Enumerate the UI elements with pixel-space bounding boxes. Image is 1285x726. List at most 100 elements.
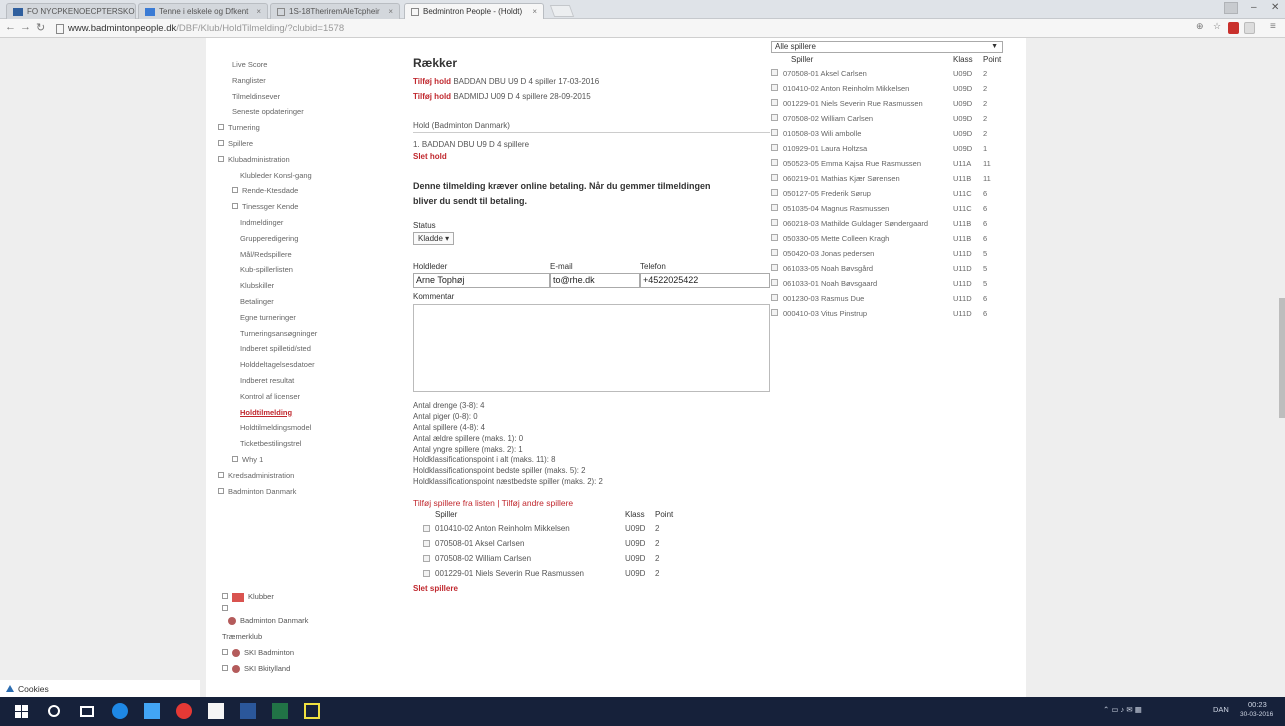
app-icon[interactable] [304,703,320,719]
browser-tab[interactable]: Tenne i elskele og Dfkent × [138,3,268,19]
player-filter-select[interactable]: Alle spillere ▼ [771,41,1003,53]
address-bar[interactable]: www.badmintonpeople.dk/DBF/Klub/HoldTilm… [56,21,1156,36]
minimize-icon[interactable]: – [1251,2,1257,13]
sidebar-item[interactable]: Kub-spillerlisten [214,262,404,278]
back-icon[interactable]: ← [5,21,16,33]
telefon-input[interactable]: +4522025422 [640,273,770,288]
add-team-link[interactable]: Tilføj hold [413,77,451,86]
collapse-icon[interactable] [222,593,228,599]
sidebar-item[interactable]: Why 1 [214,452,404,468]
zoom-icon[interactable]: ⊕ [1196,21,1204,32]
language-indicator[interactable]: DAN [1213,705,1229,714]
picker-checkbox[interactable] [771,69,778,77]
expand-icon[interactable] [218,124,224,131]
add-team-link[interactable]: Tilføj hold [413,92,451,101]
tray-icons[interactable]: ⌃ ▭ ♪ ✉ ▦ [1103,705,1142,714]
picker-checkbox[interactable] [771,219,778,227]
sidebar-item[interactable]: Turnering [214,120,404,136]
search-icon[interactable] [48,705,60,717]
excel-icon[interactable] [272,703,288,719]
sidebar-item[interactable]: Indmeldinger [214,215,404,231]
picker-checkbox[interactable] [771,264,778,272]
player-checkbox[interactable] [423,524,430,532]
browser-tab[interactable]: 1S-18TheriremAleTcpheir × [270,3,400,19]
sidebar-item[interactable]: Klubskiller [214,278,404,294]
sidebar-item[interactable]: Kredsadministration [214,468,404,484]
kommentar-textarea[interactable] [413,304,770,392]
sidebar-item[interactable]: Holdtilmelding [214,405,404,421]
picker-checkbox[interactable] [771,189,778,197]
sidebar-item[interactable]: Holddeltagelsesdatoer [214,357,404,373]
expand-icon[interactable] [222,665,228,671]
picker-checkbox[interactable] [771,84,778,92]
klubber-title[interactable]: Klubber [248,589,274,605]
forward-icon[interactable]: → [20,21,31,33]
expand-icon[interactable] [222,605,228,611]
menu-icon[interactable]: ≡ [1270,21,1276,32]
sidebar-item[interactable]: Indberet resultat [214,373,404,389]
status-select[interactable]: Kladde ▾ [413,232,455,245]
user-profile-icon[interactable] [1224,2,1238,14]
sidebar-item[interactable]: Holdtilmeldingsmodel [214,420,404,436]
edge-icon[interactable] [112,703,128,719]
sidebar-item[interactable]: Mål/Redspillere [214,247,404,263]
expand-icon[interactable] [232,187,238,194]
sidebar-item[interactable]: Rende-Ktesdade [214,183,404,199]
delete-players-link[interactable]: Slet spillere [413,583,770,595]
cookies-bar[interactable]: Cookies [0,680,200,697]
sidebar-item[interactable]: Ticketbestilingstrel [214,436,404,452]
picker-checkbox[interactable] [771,114,778,122]
bookmark-star-icon[interactable]: ☆ [1213,21,1221,32]
pdf-extension-icon[interactable] [1228,22,1239,34]
picker-checkbox[interactable] [771,144,778,152]
task-view-icon[interactable] [80,706,94,717]
sidebar-item[interactable]: Seneste opdateringer [214,104,404,120]
player-checkbox[interactable] [423,554,430,562]
expand-icon[interactable] [218,155,224,162]
sidebar-item[interactable]: Spillere [214,136,404,152]
picker-checkbox[interactable] [771,234,778,242]
sidebar-item[interactable]: Kontrol af licenser [214,389,404,405]
add-other-link[interactable]: Tilføj andre spillere [502,498,574,508]
add-from-list-link[interactable]: Tilføj spillere fra listen [413,498,495,508]
email-input[interactable]: to@rhe.dk [550,273,640,288]
sidebar-item[interactable]: Grupperedigering [214,231,404,247]
file-explorer-icon[interactable] [144,703,160,719]
picker-checkbox[interactable] [771,204,778,212]
close-tab-icon[interactable]: × [384,7,393,16]
extension-icon[interactable] [1244,22,1255,34]
klubber-kreds[interactable]: Træmerklub [222,629,262,645]
picker-checkbox[interactable] [771,129,778,137]
windows-start-icon[interactable] [15,705,28,718]
picker-checkbox[interactable] [771,159,778,167]
sidebar-item[interactable]: Egne turneringer [214,310,404,326]
store-icon[interactable] [208,703,224,719]
player-checkbox[interactable] [423,569,430,577]
browser-tab[interactable]: FO NYCPKENOECPTERSKO× [6,3,136,19]
club-item[interactable]: SKI Bkitylland [244,661,290,677]
expand-icon[interactable] [218,487,224,494]
reload-icon[interactable]: ↻ [36,21,45,34]
expand-icon[interactable] [232,455,238,462]
expand-icon[interactable] [218,471,224,478]
picker-checkbox[interactable] [771,309,778,317]
page-scrollbar[interactable] [1279,298,1285,418]
player-checkbox[interactable] [423,539,430,547]
expand-icon[interactable] [218,140,224,146]
word-icon[interactable] [240,703,256,719]
picker-checkbox[interactable] [771,249,778,257]
sidebar-item[interactable]: Tinessger Kende [214,199,404,215]
expand-icon[interactable] [222,649,228,655]
sidebar-item[interactable]: Indberet spilletid/sted [214,341,404,357]
sidebar-item[interactable]: Klubleder Konsl-gang [214,168,404,184]
klubber-org[interactable]: Badminton Danmark [240,613,308,629]
close-tab-icon[interactable]: × [135,7,136,16]
picker-checkbox[interactable] [771,279,778,287]
picker-checkbox[interactable] [771,294,778,302]
sidebar-item[interactable]: Badminton Danmark [214,484,404,500]
picker-checkbox[interactable] [771,174,778,182]
browser-tab-active[interactable]: Bedmintron People - (Holdt) × [404,3,544,19]
sidebar-item[interactable]: Turneringsansøgninger [214,326,404,342]
new-tab-button[interactable] [549,5,575,17]
chrome-icon[interactable] [176,703,192,719]
